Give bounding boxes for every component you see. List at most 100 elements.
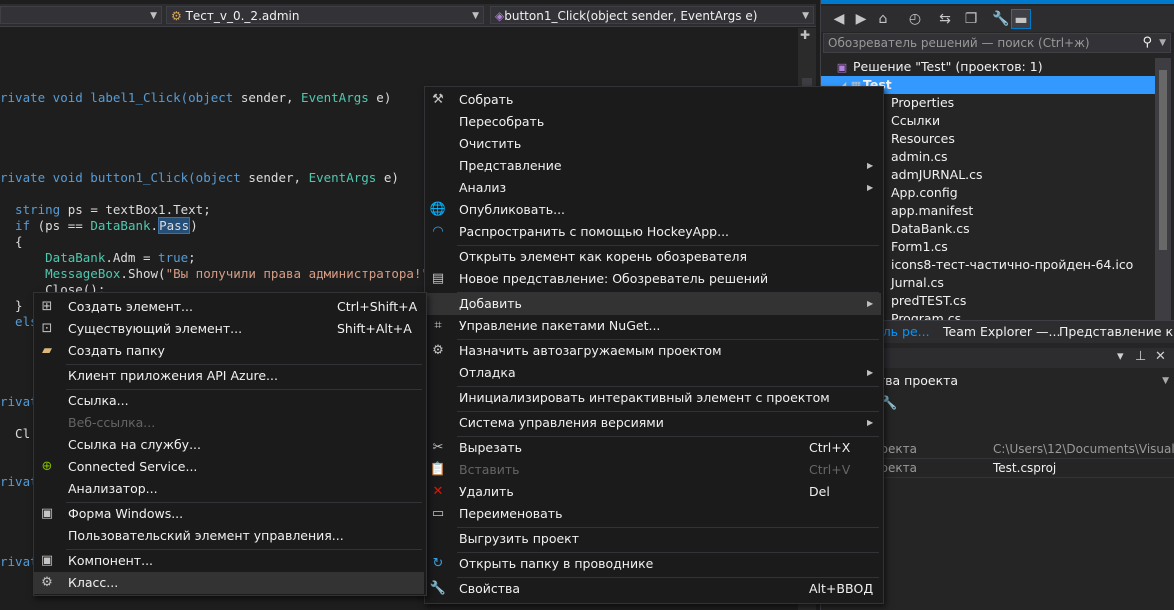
solution-explorer-titlebar <box>821 0 1174 4</box>
menu-item-label: Распространить с помощью HockeyApp... <box>459 224 730 239</box>
new-item-icon: ⊞ <box>41 299 53 314</box>
menu-item-nuget[interactable]: ⌗ Управление пакетами NuGet... <box>425 315 881 337</box>
tree-item-label: Решение "Test" (проектов: 1) <box>852 59 1043 74</box>
menu-item-label: Вставить <box>459 462 520 477</box>
code-line: string ps = textBox1.Text; <box>0 202 211 218</box>
collapse-all-icon[interactable]: ❐ <box>961 9 981 29</box>
tab-class-view[interactable]: Представление к... <box>1055 323 1174 341</box>
code-token: . <box>150 218 159 233</box>
forward-icon[interactable]: ▶ <box>851 9 871 29</box>
tree-scrollbar[interactable] <box>1155 58 1171 320</box>
menu-item-label: Connected Service... <box>68 459 198 474</box>
tab-team-explorer[interactable]: Team Explorer —... <box>939 323 1064 341</box>
project-context-menu: ⚒ Собрать Пересобрать Очистить Представле… <box>424 86 884 604</box>
sync-icon[interactable]: ⇆ <box>935 9 955 29</box>
chevron-down-icon: ▼ <box>472 11 479 21</box>
menu-item-shortcut: Shift+Alt+A <box>337 321 412 336</box>
submenu-item-analyzer[interactable]: Анализатор... <box>34 478 424 500</box>
submenu-item-azure-api-client[interactable]: Клиент приложения API Azure... <box>34 365 424 387</box>
menu-item-label: Анализатор... <box>68 481 158 496</box>
menu-item-shortcut: Ctrl+X <box>809 440 851 455</box>
submenu-item-windows-form[interactable]: ▣ Форма Windows... <box>34 503 424 525</box>
tree-item-solution[interactable]: ▣ Решение "Test" (проектов: 1) <box>821 58 1155 76</box>
submenu-arrow-icon: ▶ <box>867 418 874 427</box>
home-icon[interactable]: ⌂ <box>873 9 893 29</box>
menu-item-label: Выгрузить проект <box>459 531 580 546</box>
chevron-down-icon[interactable]: ▼ <box>1159 34 1166 52</box>
menu-item-set-startup[interactable]: ⚙ Назначить автозагружаемым проектом <box>425 340 881 362</box>
menu-item-rename[interactable]: ▭ Переименовать <box>425 503 881 525</box>
menu-item-new-view[interactable]: ▤ Новое представление: Обозреватель решен… <box>425 268 881 290</box>
menu-item-label: Ссылка на службу... <box>68 437 201 452</box>
menu-item-open-in-explorer[interactable]: ↻ Открыть папку в проводнике <box>425 553 881 575</box>
code-token: EventArgs <box>308 170 377 185</box>
menu-item-label: Клиент приложения API Azure... <box>68 368 278 383</box>
class-dropdown-label: Тест_v_0._2.admin <box>185 9 300 23</box>
code-token: sender, <box>240 170 309 185</box>
menu-item-properties[interactable]: 🔧 Свойства Alt+ВВОД <box>425 578 881 600</box>
code-token: ps = textBox1.Text; <box>60 202 211 217</box>
menu-item-init-interactive[interactable]: Инициализировать интерактивный элемент с… <box>425 387 881 409</box>
submenu-item-service-reference[interactable]: Ссылка на службу... <box>34 434 424 456</box>
menu-item-build[interactable]: ⚒ Собрать <box>425 89 881 111</box>
add-submenu: ⊞ Создать элемент... Ctrl+Shift+A ⊡ Существ… <box>33 292 427 596</box>
submenu-item-existing-item[interactable]: ⊡ Существующий элемент... Shift+Alt+A <box>34 318 424 340</box>
tree-item-label: Form1.cs <box>891 239 948 254</box>
menu-item-label: Представление <box>459 158 562 173</box>
chevron-down-icon: ▼ <box>1162 376 1169 386</box>
scrollbar-thumb[interactable] <box>1159 70 1167 250</box>
menu-item-scope-to-this[interactable]: Открыть элемент как корень обозревателя <box>425 246 881 268</box>
menu-item-hockeyapp[interactable]: ◠ Распространить с помощью HockeyApp... <box>425 221 881 243</box>
menu-item-source-control[interactable]: Система управления версиями ▶ <box>425 412 881 434</box>
menu-item-unload-project[interactable]: Выгрузить проект <box>425 528 881 550</box>
split-editor-icon[interactable]: ✚ <box>800 28 810 42</box>
pin-icon[interactable]: ⊥ <box>1135 349 1146 364</box>
menu-item-rebuild[interactable]: Пересобрать <box>425 111 881 133</box>
tree-item-label: admJURNAL.cs <box>891 167 983 182</box>
menu-item-label: Переименовать <box>459 506 563 521</box>
submenu-item-user-control[interactable]: Пользовательский элемент управления... <box>34 525 424 547</box>
preview-toggle-icon[interactable]: ▬ <box>1011 9 1031 29</box>
hockeyapp-icon: ◠ <box>432 224 444 239</box>
menu-item-label: Открыть папку в проводнике <box>459 556 654 571</box>
connected-service-icon: ⊕ <box>41 459 53 474</box>
delete-icon: ✕ <box>432 484 444 499</box>
menu-item-shortcut: Alt+ВВОД <box>809 581 874 596</box>
back-icon[interactable]: ◀ <box>829 9 849 29</box>
code-token: if <box>0 218 31 233</box>
code-line: Cl <box>0 426 31 441</box>
menu-item-label: Управление пакетами NuGet... <box>459 318 661 333</box>
submenu-item-reference[interactable]: Ссылка... <box>34 390 424 412</box>
menu-item-label: Создать папку <box>68 343 165 358</box>
submenu-item-new-item[interactable]: ⊞ Создать элемент... Ctrl+Shift+A <box>34 296 424 318</box>
menu-item-add[interactable]: Добавить ▶ <box>425 293 881 315</box>
solution-search-input[interactable]: Обозреватель решений — поиск (Ctrl+ж) ⚲ … <box>823 33 1171 53</box>
pending-changes-icon[interactable]: ◴ <box>905 9 925 29</box>
menu-item-label: Веб-ссылка... <box>68 415 156 430</box>
menu-item-debug[interactable]: Отладка ▶ <box>425 362 881 384</box>
refresh-folder-icon: ↻ <box>432 556 444 571</box>
menu-item-shortcut: Ctrl+Shift+A <box>337 299 418 314</box>
properties-wrench-icon[interactable]: 🔧 <box>991 9 1011 29</box>
windows-form-icon: ▣ <box>40 506 54 521</box>
code-token: rivate void button1_Click( <box>0 170 196 185</box>
member-dropdown[interactable]: ◈button1_Click(object sender, EventArgs … <box>490 6 814 24</box>
menu-item-cut[interactable]: ✂ Вырезать Ctrl+X <box>425 437 881 459</box>
menu-item-delete[interactable]: ✕ Удалить Del <box>425 481 881 503</box>
submenu-item-class[interactable]: ⚙ Класс... <box>34 572 424 594</box>
menu-item-view[interactable]: Представление ▶ <box>425 155 881 177</box>
menu-item-label: Собрать <box>459 92 514 107</box>
class-dropdown[interactable]: ⚙ Тест_v_0._2.admin ▼ <box>166 6 484 24</box>
menu-item-analyze[interactable]: Анализ ▶ <box>425 177 881 199</box>
dropdown-arrow-icon[interactable]: ▾ <box>1117 349 1124 364</box>
submenu-item-new-folder[interactable]: ▰ Создать папку <box>34 340 424 362</box>
project-dropdown[interactable]: ▼ <box>0 6 162 24</box>
new-folder-icon: ▰ <box>42 343 52 358</box>
close-icon[interactable]: ✕ <box>1155 349 1166 364</box>
submenu-item-component[interactable]: ▣ Компонент... <box>34 550 424 572</box>
code-token: object <box>188 90 234 105</box>
search-icon[interactable]: ⚲ <box>1142 34 1152 52</box>
menu-item-publish[interactable]: 🌐 Опубликовать... <box>425 199 881 221</box>
menu-item-clean[interactable]: Очистить <box>425 133 881 155</box>
submenu-item-connected-service[interactable]: ⊕ Connected Service... <box>34 456 424 478</box>
